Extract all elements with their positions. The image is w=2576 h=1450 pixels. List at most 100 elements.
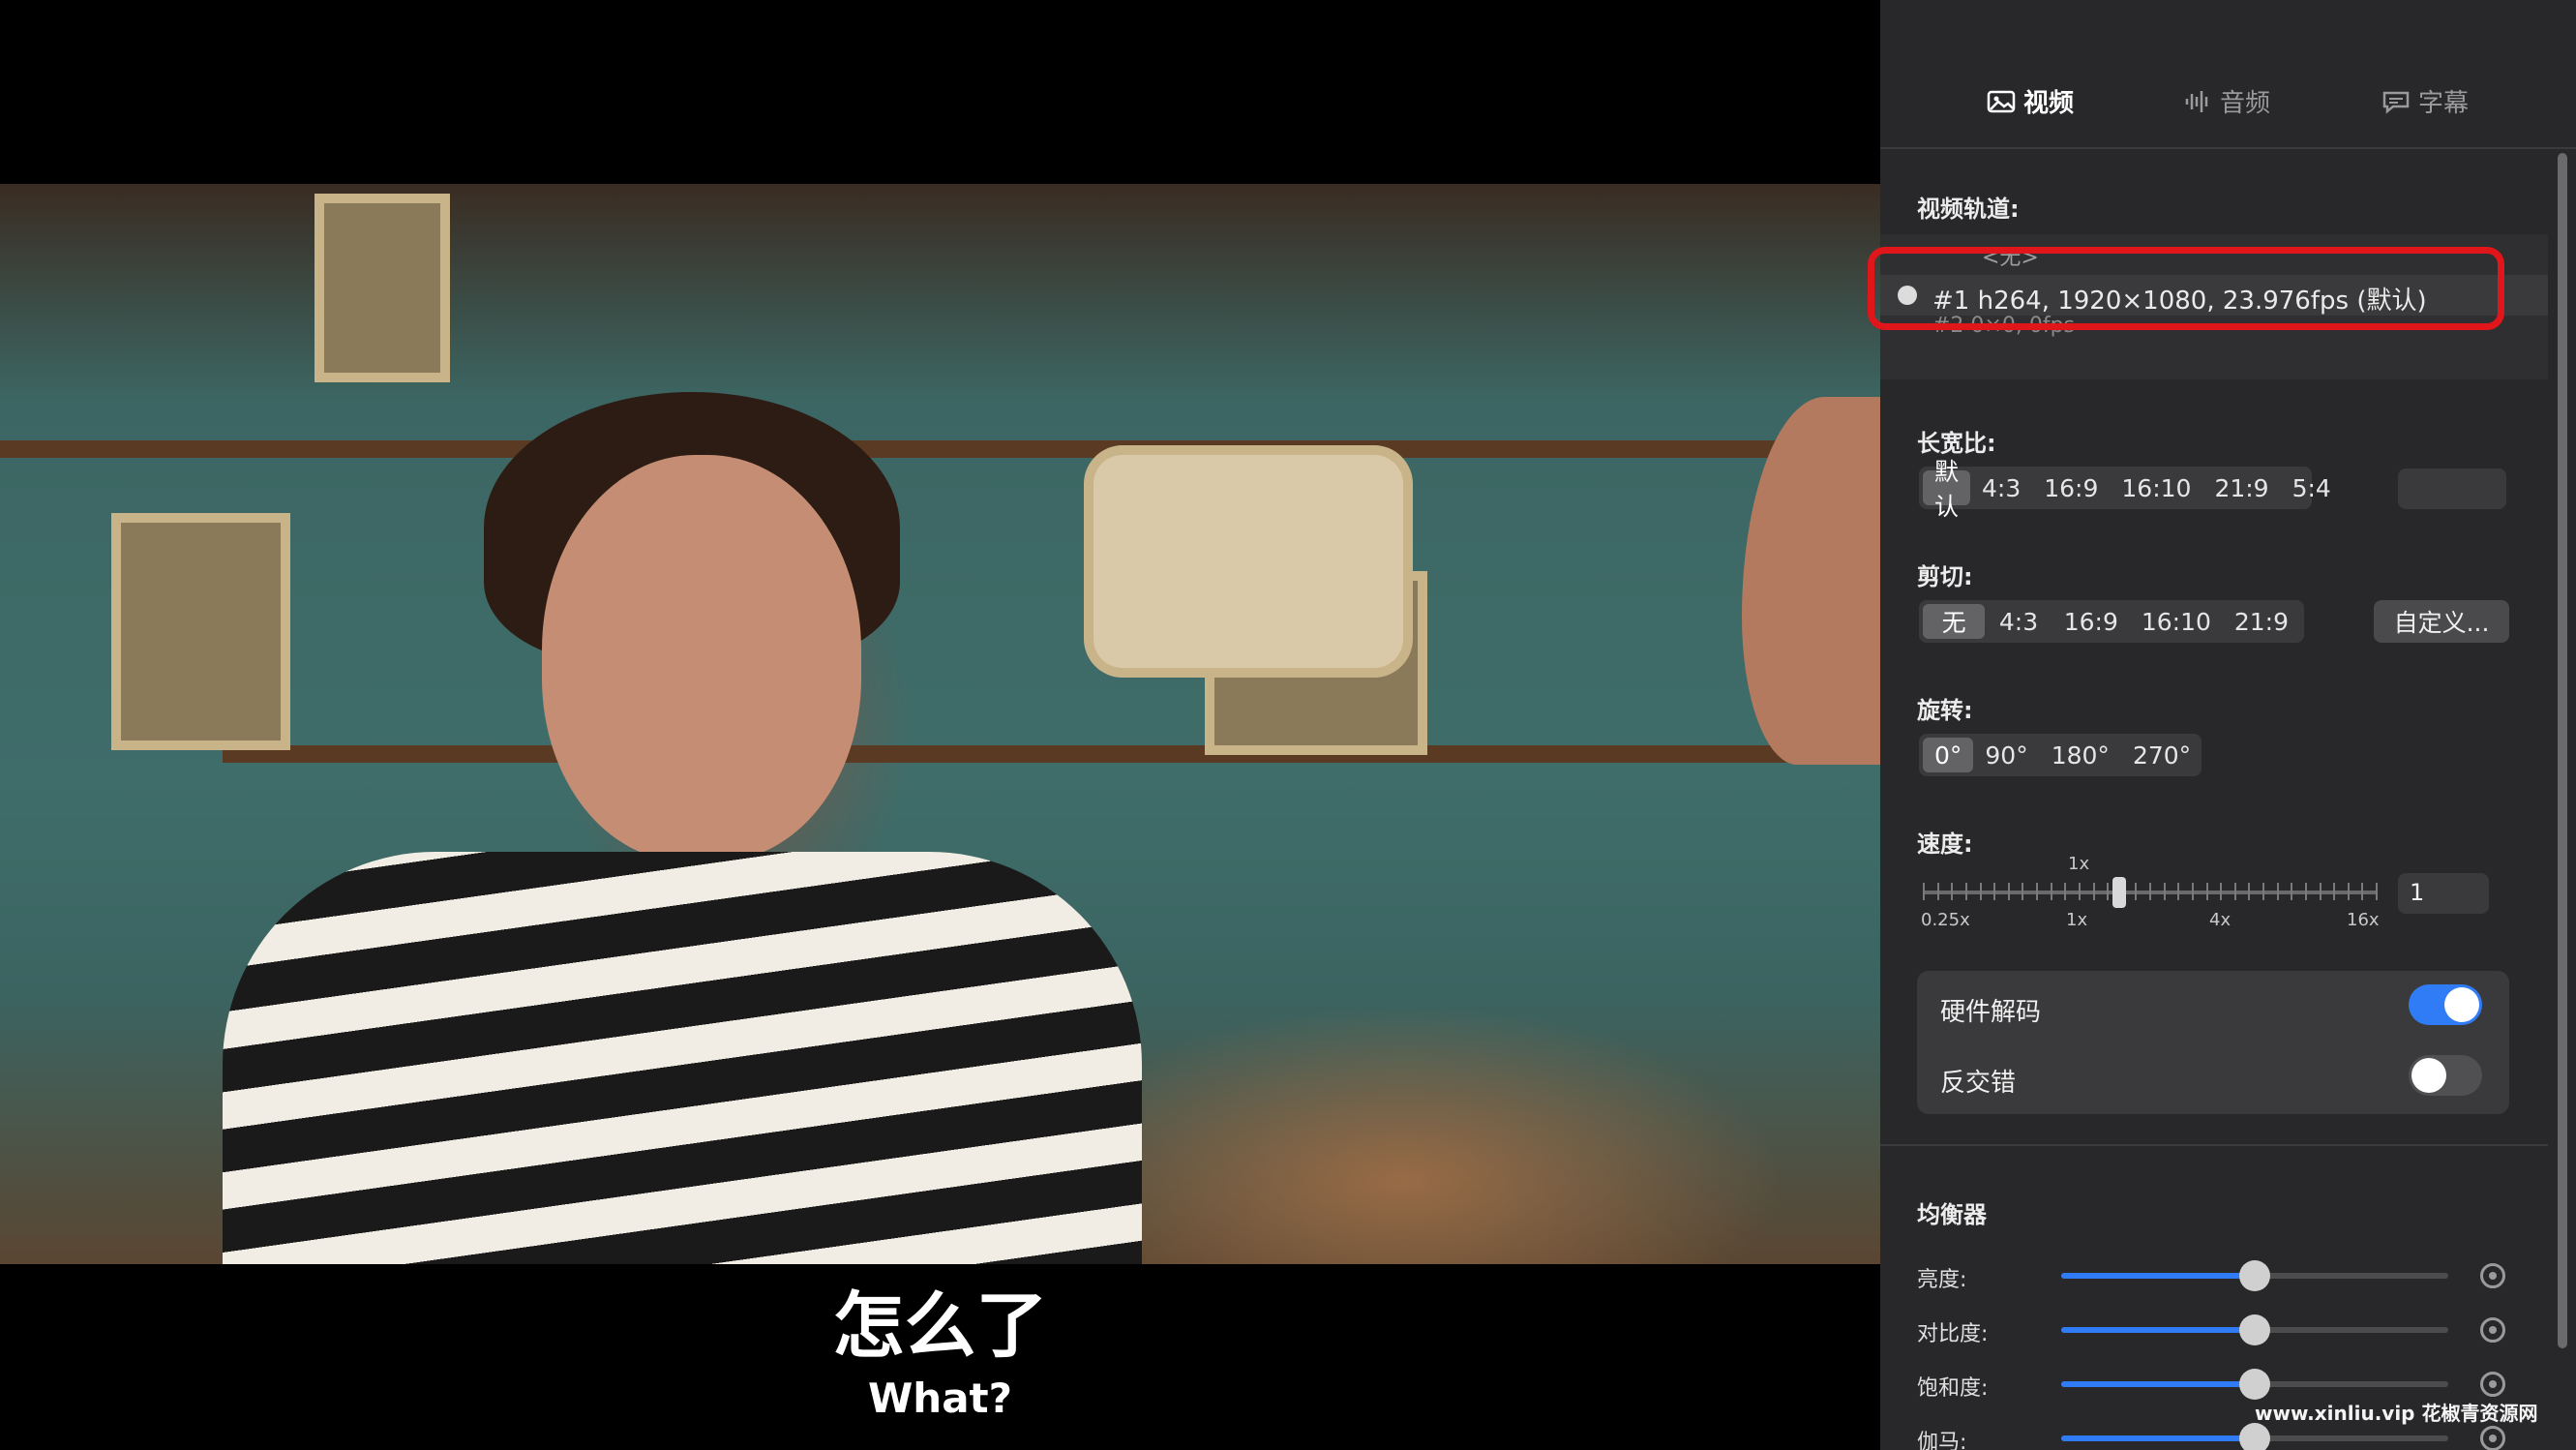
video-frame[interactable]	[0, 184, 1880, 1264]
rotation-option[interactable]: 90°	[1973, 738, 2039, 772]
reset-icon[interactable]	[2480, 1372, 2505, 1397]
saturation-label: 饱和度:	[1917, 1376, 1989, 1401]
slider-thumb[interactable]	[2239, 1260, 2270, 1291]
subtitle-primary: 怎么了	[832, 1284, 1048, 1368]
wall-picture	[111, 513, 290, 750]
striped-shirt	[223, 852, 1142, 1264]
speed-tick	[1979, 883, 1982, 900]
reset-icon[interactable]	[2480, 1317, 2505, 1343]
crop-option[interactable]: 无	[1923, 604, 1986, 639]
equalizer-label: 均衡器	[1917, 1201, 1987, 1228]
wall-picture	[315, 194, 450, 382]
rotation-option[interactable]: 0°	[1923, 738, 1974, 772]
speed-tick	[2291, 883, 2293, 900]
saturation-slider[interactable]	[2061, 1369, 2448, 1400]
tab-label: 字幕	[2418, 89, 2470, 118]
aspect-option[interactable]: 5:4	[2281, 470, 2343, 505]
rotation-option[interactable]: 180°	[2040, 738, 2121, 772]
crop-option[interactable]: 21:9	[2223, 604, 2300, 639]
slider-thumb[interactable]	[2239, 1369, 2270, 1400]
speed-tick-label: 4x	[2209, 910, 2232, 930]
hardware-decoding-toggle[interactable]	[2409, 984, 2482, 1025]
speed-tick	[1964, 883, 1967, 900]
crop-custom-button[interactable]: 自定义...	[2374, 600, 2509, 643]
aspect-custom-input[interactable]	[2398, 468, 2506, 509]
aspect-option[interactable]: 4:3	[1970, 470, 2032, 505]
tab-bar: 视频 音频 字幕	[1880, 0, 2576, 149]
speed-tick	[1936, 883, 1939, 900]
reset-icon[interactable]	[2480, 1263, 2505, 1288]
speed-tick	[2036, 883, 2038, 900]
speed-tick	[2333, 883, 2336, 900]
rotation-label: 旋转:	[1917, 697, 1973, 724]
deinterlace-label: 反交错	[1940, 1069, 2017, 1098]
speed-tick	[2007, 883, 2010, 900]
toggle-knob	[2411, 1058, 2446, 1093]
speed-tick	[2276, 883, 2279, 900]
speed-tick	[2177, 883, 2180, 900]
tab-video[interactable]: 视频	[1987, 83, 2074, 119]
reset-icon[interactable]	[2480, 1426, 2505, 1450]
toggle-knob	[2444, 987, 2479, 1022]
crop-option[interactable]: 4:3	[1985, 604, 2052, 639]
hardware-decoding-label: 硬件解码	[1940, 998, 2042, 1027]
speed-label: 速度:	[1917, 831, 1973, 858]
aspect-option[interactable]: 16:10	[2110, 470, 2202, 505]
tab-audio[interactable]: 音频	[2183, 83, 2270, 119]
speed-tick-label: 0.25x	[1921, 910, 1970, 930]
speed-slider-thumb[interactable]	[2112, 877, 2126, 908]
contrast-label: 对比度:	[1917, 1322, 1989, 1346]
crop-segmented: 无 4:3 16:9 16:10 21:9	[1919, 600, 2304, 643]
speed-tick	[2092, 883, 2095, 900]
aspect-option[interactable]: 默认	[1923, 458, 1971, 521]
speed-tick	[2078, 883, 2081, 900]
rotation-option[interactable]: 270°	[2121, 738, 2202, 772]
speed-tick	[2107, 883, 2110, 900]
tab-subtitles[interactable]: 字幕	[2381, 83, 2469, 119]
deinterlace-toggle[interactable]	[2409, 1055, 2482, 1096]
speed-tick	[2163, 883, 2166, 900]
speed-tick	[2319, 883, 2321, 900]
video-settings-panel: 视频 音频 字幕 视频轨道: <无> #1 h264, 1920×1080, 2…	[1880, 0, 2576, 1450]
speed-tick	[2376, 883, 2378, 900]
shelf	[0, 440, 1880, 458]
speed-tick	[2050, 883, 2052, 900]
watermark-text: www.xinliu.vip 花椒青资源网	[2255, 1402, 2538, 1425]
brightness-slider[interactable]	[2061, 1260, 2448, 1291]
slider-fill	[2061, 1381, 2255, 1387]
speed-tick-label: 1x	[2066, 910, 2088, 930]
speed-input[interactable]: 1	[2398, 873, 2489, 914]
speed-tick-label: 16x	[2347, 910, 2380, 930]
video-track-label: 视频轨道:	[1917, 196, 2020, 223]
image-icon	[1987, 90, 2016, 112]
speed-tick	[2233, 883, 2236, 900]
slider-fill	[2061, 1327, 2255, 1333]
person-face	[542, 455, 861, 861]
slider-thumb[interactable]	[2239, 1314, 2270, 1345]
speed-tick	[2064, 883, 2067, 900]
video-player[interactable]: 怎么了 What?	[0, 0, 1880, 1450]
contrast-slider[interactable]	[2061, 1314, 2448, 1345]
panel-scrollbar[interactable]	[2558, 153, 2567, 1348]
slider-thumb[interactable]	[2239, 1423, 2270, 1450]
speed-current-marker: 1x	[2068, 854, 2090, 874]
waveform-icon	[2185, 90, 2208, 112]
gamma-label: 伽马:	[1917, 1431, 1967, 1450]
speed-slider[interactable]	[1923, 877, 2378, 908]
speed-tick	[2205, 883, 2208, 900]
rotation-segmented: 0° 90° 180° 270°	[1919, 734, 2202, 776]
crop-option[interactable]: 16:10	[2130, 604, 2223, 639]
decorative-tray	[1084, 445, 1413, 678]
gamma-slider[interactable]	[2061, 1423, 2448, 1450]
aspect-option[interactable]: 21:9	[2202, 470, 2280, 505]
subtitle-secondary: What?	[867, 1374, 1012, 1422]
speed-tick	[1993, 883, 1996, 900]
brightness-label: 亮度:	[1917, 1268, 1967, 1292]
speed-tick	[2347, 883, 2350, 900]
decoding-options-card: 硬件解码 反交错	[1917, 971, 2509, 1114]
crop-option[interactable]: 16:9	[2052, 604, 2130, 639]
aspect-option[interactable]: 16:9	[2032, 470, 2110, 505]
crop-label: 剪切:	[1917, 563, 1973, 590]
speech-bubble-icon	[2382, 91, 2410, 114]
tab-label: 音频	[2220, 89, 2271, 118]
